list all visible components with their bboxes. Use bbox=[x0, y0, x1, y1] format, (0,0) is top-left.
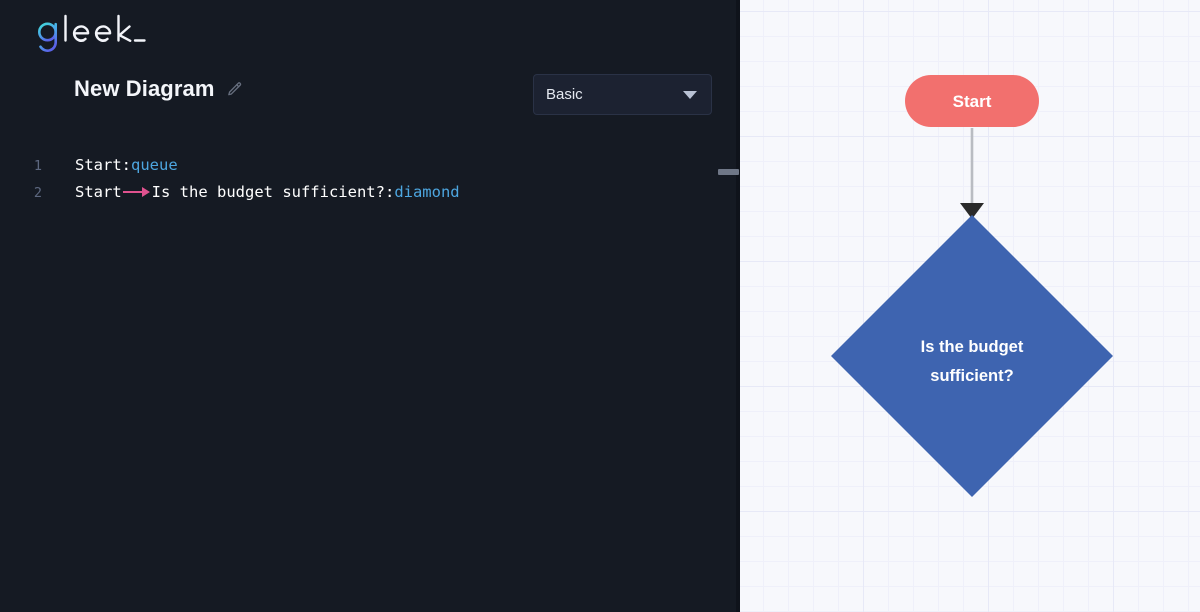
line-number: 2 bbox=[33, 185, 42, 201]
code-token-shape-type: queue bbox=[131, 156, 178, 174]
code-token-node-name: Start bbox=[75, 156, 122, 174]
code-line-content[interactable]: Start Is the budget sufficient?:diamond bbox=[46, 179, 460, 206]
editor-panel: New Diagram Basic 1 Start:queue 2 Start I… bbox=[0, 0, 736, 612]
node-start-label: Start bbox=[953, 92, 992, 111]
gleek-logo[interactable] bbox=[36, 12, 146, 54]
node-decision[interactable]: Is the budget sufficient? bbox=[831, 215, 1113, 497]
code-line[interactable]: 2 Start Is the budget sufficient?:diamond bbox=[0, 179, 736, 206]
gleek-app-window: New Diagram Basic 1 Start:queue 2 Start I… bbox=[0, 0, 1200, 612]
arrow-right-icon bbox=[122, 184, 152, 199]
code-token-colon: : bbox=[384, 183, 395, 201]
code-token-colon: : bbox=[121, 156, 132, 174]
template-dropdown-value: Basic bbox=[546, 86, 583, 103]
pencil-icon[interactable] bbox=[226, 81, 243, 98]
code-token-source-node: Start bbox=[75, 183, 122, 201]
code-line-content[interactable]: Start:queue bbox=[46, 152, 178, 179]
code-editor[interactable]: 1 Start:queue 2 Start Is the budget suffi… bbox=[0, 148, 736, 612]
page-title: New Diagram bbox=[74, 76, 215, 101]
node-decision-label-line1: Is the budget bbox=[921, 338, 1024, 356]
edge-start-to-decision[interactable] bbox=[960, 128, 984, 219]
panel-resize-handle[interactable] bbox=[718, 169, 739, 175]
code-line[interactable]: 1 Start:queue bbox=[0, 152, 736, 179]
document-title-row: New Diagram bbox=[74, 78, 243, 100]
diagram-canvas[interactable]: Start Is the budget sufficient? bbox=[736, 0, 1200, 612]
code-token-target-node: Is the budget sufficient? bbox=[151, 183, 385, 201]
code-token-shape-type: diamond bbox=[394, 183, 460, 201]
diagram-svg: Start Is the budget sufficient? bbox=[831, 75, 1113, 497]
node-decision-label-line2: sufficient? bbox=[930, 367, 1013, 385]
chevron-down-icon bbox=[683, 90, 697, 99]
node-start[interactable]: Start bbox=[905, 75, 1039, 127]
gleek-logo-icon bbox=[38, 14, 146, 52]
line-number: 1 bbox=[33, 158, 42, 174]
panel-splitter[interactable] bbox=[718, 0, 740, 612]
node-decision-shape bbox=[831, 215, 1113, 497]
template-dropdown[interactable]: Basic bbox=[533, 74, 712, 115]
